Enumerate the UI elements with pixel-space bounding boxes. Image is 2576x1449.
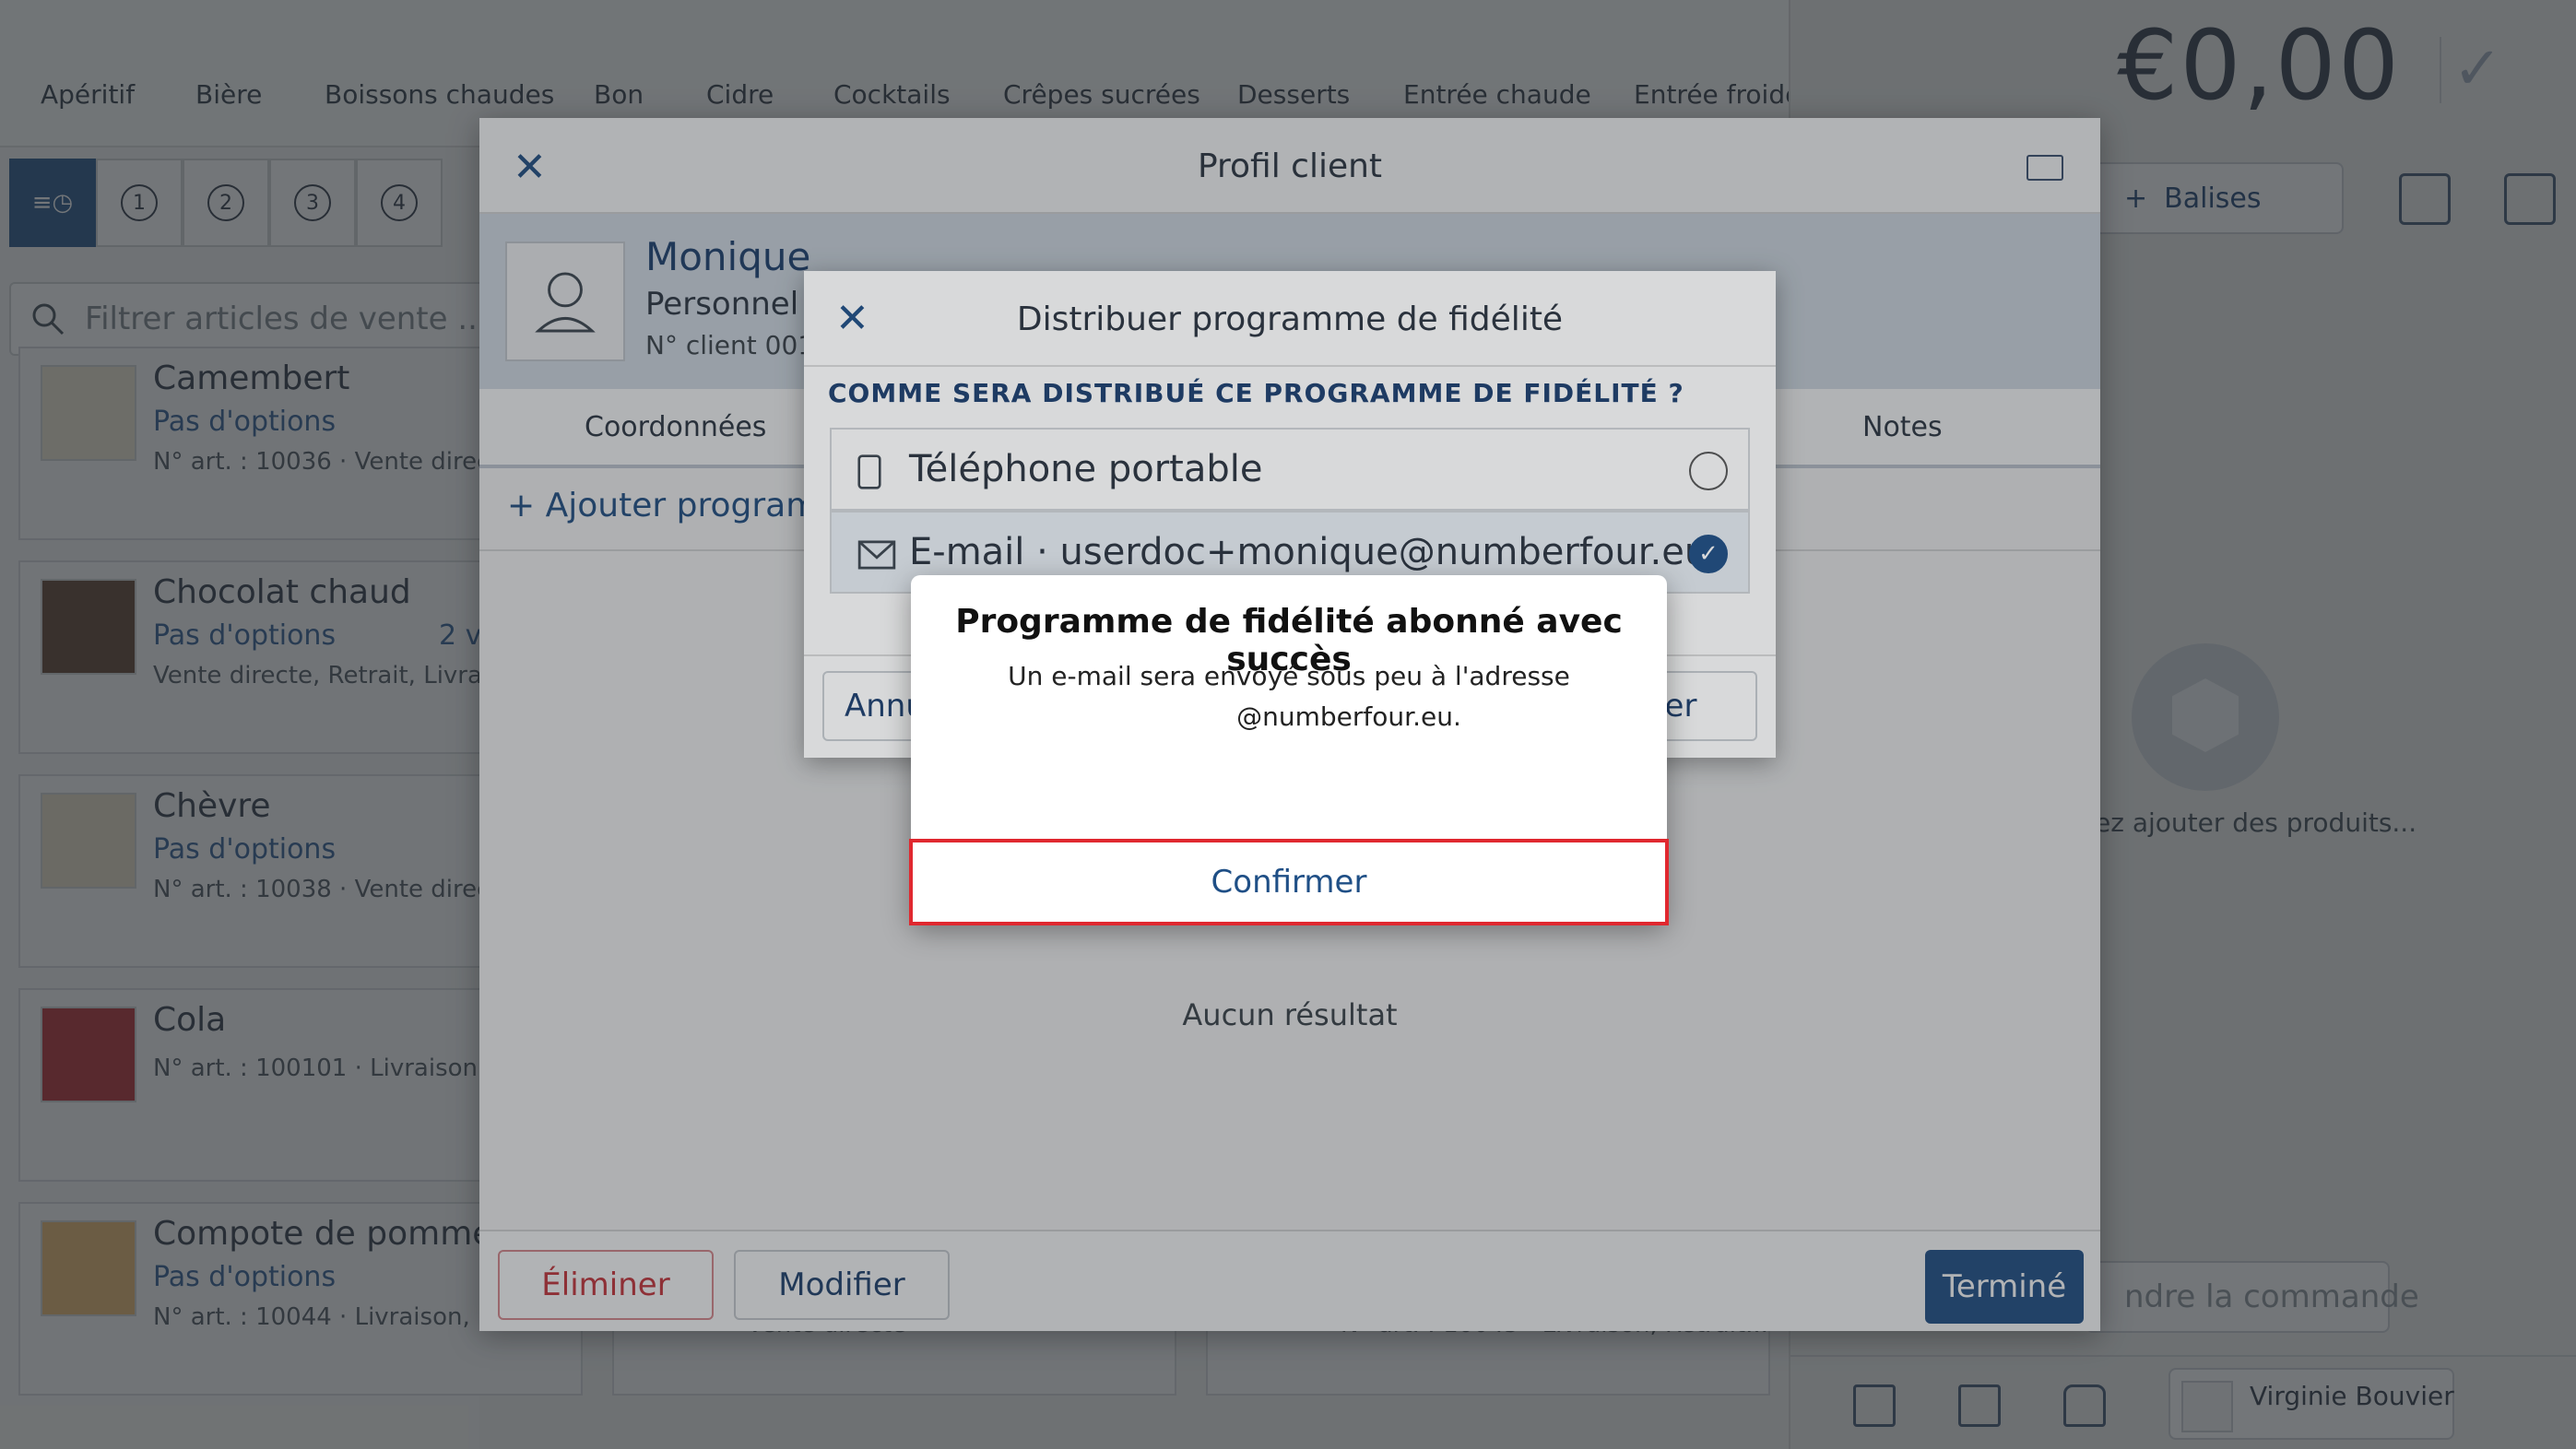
alert-message-line1: Un e-mail sera envoyé sous peu à l'adres… [1008,661,1570,691]
success-alert: Programme de fidélité abonné avec succès… [909,575,1669,925]
confirm-button[interactable]: Confirmer [909,839,1669,925]
alert-message: Un e-mail sera envoyé sous peu à l'adres… [911,656,1667,737]
alert-message-line2: @numberfour.eu. [1236,701,1461,732]
